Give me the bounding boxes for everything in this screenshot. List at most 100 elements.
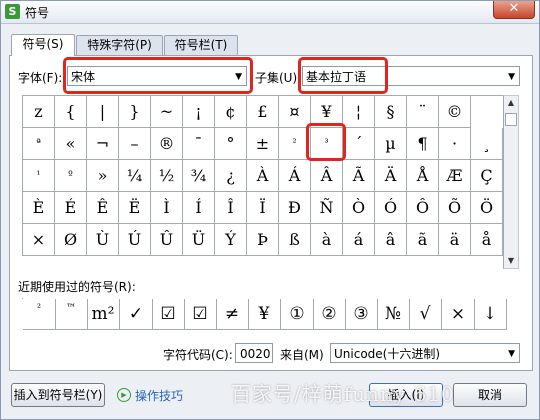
tab-symbol-bar[interactable]: 符号栏(T): [164, 35, 238, 55]
symbol-cell[interactable]: ×: [23, 224, 55, 256]
symbol-cell[interactable]: Æ: [439, 160, 471, 192]
symbol-cell[interactable]: Ó: [375, 192, 407, 224]
recent-symbol-cell[interactable]: ☑: [184, 299, 217, 330]
symbol-cell[interactable]: ¼: [119, 160, 151, 192]
symbol-cell[interactable]: Û: [151, 224, 183, 256]
symbol-cell[interactable]: Ø: [55, 224, 87, 256]
insert-to-symbol-bar-button[interactable]: 插入到符号栏(Y): [11, 383, 105, 407]
symbol-cell[interactable]: È: [23, 192, 55, 224]
symbol-cell[interactable]: }: [119, 96, 151, 128]
symbol-cell[interactable]: Ï: [247, 192, 279, 224]
recent-symbol-cell[interactable]: ③: [345, 299, 378, 330]
symbol-cell[interactable]: µ: [375, 128, 407, 160]
symbol-cell[interactable]: Ñ: [311, 192, 343, 224]
symbol-cell[interactable]: à: [311, 224, 343, 256]
symbol-cell[interactable]: £: [247, 96, 279, 128]
symbol-grid-scrollbar[interactable]: ▲ ▼: [503, 95, 519, 269]
symbol-cell[interactable]: ·: [439, 128, 471, 160]
from-select-value: Unicode(十六进制): [334, 347, 441, 361]
symbol-cell[interactable]: â: [375, 224, 407, 256]
symbol-cell[interactable]: Â: [311, 160, 343, 192]
cancel-button[interactable]: 取消: [453, 383, 527, 407]
symbol-cell[interactable]: §: [375, 96, 407, 128]
symbol-cell[interactable]: {: [55, 96, 87, 128]
recent-symbol-cell[interactable]: №: [377, 299, 410, 330]
symbol-cell[interactable]: ¿: [215, 160, 247, 192]
symbol-cell[interactable]: ¤: [279, 96, 311, 128]
symbol-cell[interactable]: À: [247, 160, 279, 192]
symbol-cell[interactable]: «: [55, 128, 87, 160]
recent-symbol-cell[interactable]: ≠: [216, 299, 249, 330]
symbol-cell[interactable]: ±: [247, 128, 279, 160]
recent-symbol-cell[interactable]: m²: [87, 299, 120, 330]
symbol-cell[interactable]: ¬: [87, 128, 119, 160]
symbol-cell[interactable]: ¨: [407, 96, 439, 128]
recent-symbol-cell[interactable]: ①: [281, 299, 314, 330]
scroll-down-arrow-icon[interactable]: ▼: [504, 254, 518, 268]
symbol-cell[interactable]: ß: [279, 224, 311, 256]
symbol-cell[interactable]: Ö: [471, 192, 503, 224]
symbol-cell[interactable]: Ã: [343, 160, 375, 192]
symbol-cell[interactable]: Ä: [375, 160, 407, 192]
symbol-cell[interactable]: »: [87, 160, 119, 192]
symbol-cell[interactable]: Ô: [407, 192, 439, 224]
recent-symbol-cell[interactable]: ™: [55, 299, 88, 330]
tab-special-chars[interactable]: 特殊字符(P): [76, 35, 163, 55]
symbol-cell[interactable]: ¦: [343, 96, 375, 128]
tab-symbols[interactable]: 符号(S): [11, 34, 75, 56]
symbol-cell[interactable]: å: [471, 224, 503, 256]
recent-symbol-cell[interactable]: ✓: [120, 299, 153, 330]
recent-symbol-cell[interactable]: ²: [23, 299, 56, 330]
symbol-cell[interactable]: Ð: [279, 192, 311, 224]
symbol-cell[interactable]: Ü: [183, 224, 215, 256]
symbol-cell[interactable]: Ç: [471, 160, 503, 192]
charcode-input[interactable]: 0020: [235, 343, 273, 363]
recent-symbol-cell[interactable]: ×: [442, 299, 475, 330]
symbol-cell[interactable]: Ù: [87, 224, 119, 256]
scroll-thumb[interactable]: [505, 113, 517, 126]
symbol-cell[interactable]: ª: [23, 128, 55, 160]
symbol-cell[interactable]: ¡: [183, 96, 215, 128]
symbol-cell[interactable]: |: [87, 96, 119, 128]
close-button[interactable]: ✕: [493, 1, 535, 19]
symbol-cell[interactable]: ¾: [183, 160, 215, 192]
symbol-cell[interactable]: Ë: [119, 192, 151, 224]
symbol-cell[interactable]: ä: [439, 224, 471, 256]
symbol-cell[interactable]: Ì: [151, 192, 183, 224]
symbol-cell[interactable]: Ý: [215, 224, 247, 256]
symbol-cell[interactable]: Î: [215, 192, 247, 224]
symbol-cell[interactable]: ~: [151, 96, 183, 128]
symbol-cell[interactable]: z: [23, 96, 55, 128]
symbol-cell[interactable]: á: [343, 224, 375, 256]
symbol-cell[interactable]: –: [119, 128, 151, 160]
from-select[interactable]: Unicode(十六进制) ▼: [330, 343, 520, 363]
symbol-cell[interactable]: ã: [407, 224, 439, 256]
symbol-cell[interactable]: ¢: [215, 96, 247, 128]
recent-symbol-cell[interactable]: ↓: [474, 299, 507, 330]
symbol-cell[interactable]: °: [215, 128, 247, 160]
recent-symbol-cell[interactable]: √: [409, 299, 442, 330]
tips-link[interactable]: 操作技巧: [135, 387, 183, 404]
symbol-cell[interactable]: ¶: [407, 128, 439, 160]
symbol-cell[interactable]: ©: [439, 96, 471, 128]
symbol-cell[interactable]: ®: [151, 128, 183, 160]
symbol-cell[interactable]: Á: [279, 160, 311, 192]
symbol-cell[interactable]: É: [55, 192, 87, 224]
symbol-cell[interactable]: ¸: [471, 128, 503, 160]
symbol-cell[interactable]: Å: [407, 160, 439, 192]
symbol-cell[interactable]: Ú: [119, 224, 151, 256]
recent-symbol-cell[interactable]: ☑: [152, 299, 185, 330]
symbol-cell[interactable]: ´: [343, 128, 375, 160]
symbol-cell[interactable]: Ò: [343, 192, 375, 224]
symbol-cell[interactable]: ¹: [23, 160, 55, 192]
symbol-cell[interactable]: º: [55, 160, 87, 192]
symbol-cell[interactable]: Þ: [247, 224, 279, 256]
recent-symbol-cell[interactable]: ¥: [248, 299, 281, 330]
symbol-cell[interactable]: ¯: [183, 128, 215, 160]
symbol-cell[interactable]: Ê: [87, 192, 119, 224]
symbol-cell[interactable]: Õ: [439, 192, 471, 224]
recent-symbol-cell[interactable]: ②: [313, 299, 346, 330]
scroll-up-arrow-icon[interactable]: ▲: [504, 96, 518, 110]
symbol-cell[interactable]: ½: [151, 160, 183, 192]
symbol-cell[interactable]: Í: [183, 192, 215, 224]
